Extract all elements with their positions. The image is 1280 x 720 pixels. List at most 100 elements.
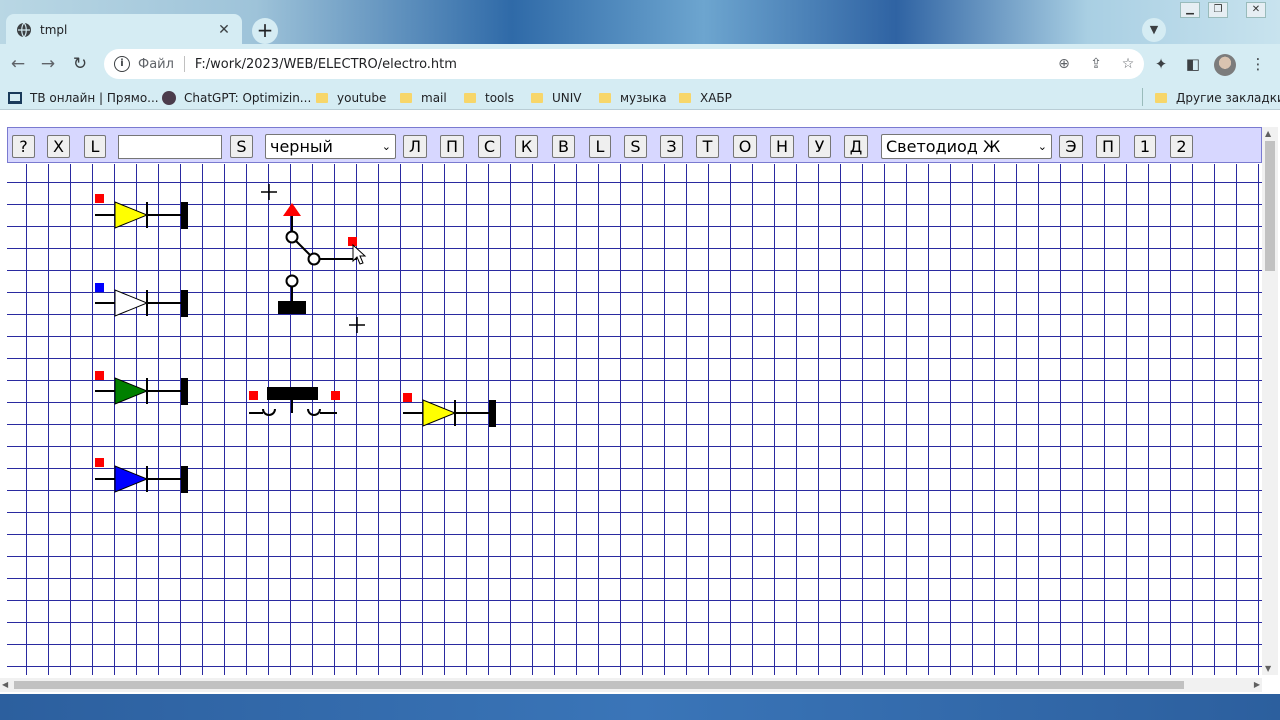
crosshair-icon <box>261 184 277 200</box>
folder-icon <box>599 93 611 103</box>
tool-s-button[interactable]: С <box>478 135 501 158</box>
bookmark-habr[interactable]: ХАБР <box>679 89 732 107</box>
scroll-up-icon[interactable]: ▲ <box>1265 129 1271 138</box>
tool-t-button[interactable]: Т <box>696 135 719 158</box>
tab-close-icon[interactable]: ✕ <box>216 22 232 38</box>
share-icon[interactable]: ⇪ <box>1080 56 1112 72</box>
color-select[interactable]: черный ⌄ <box>265 134 396 159</box>
bookmark-tools[interactable]: tools <box>464 89 514 107</box>
profile-avatar[interactable] <box>1214 54 1236 76</box>
bookmark-label: mail <box>421 91 447 105</box>
browser-toolbar: ← → ↻ i Файл F:/work/2023/WEB/ELECTRO/el… <box>0 44 1280 84</box>
folder-icon <box>400 93 412 103</box>
led-yellow-1[interactable] <box>95 194 188 229</box>
bookmark-music[interactable]: музыка <box>599 89 667 107</box>
push-button-component[interactable] <box>249 387 340 416</box>
page-1-button[interactable]: 1 <box>1134 135 1156 158</box>
red-marker[interactable] <box>403 393 412 402</box>
red-marker[interactable] <box>331 391 340 400</box>
p-button[interactable]: П <box>1096 135 1120 158</box>
red-marker[interactable] <box>249 391 258 400</box>
bookmark-label: ХАБР <box>700 91 732 105</box>
help-button[interactable]: ? <box>12 135 35 158</box>
scroll-down-icon[interactable]: ▼ <box>1265 664 1271 673</box>
blue-marker[interactable] <box>95 283 104 292</box>
horizontal-scroll-thumb[interactable] <box>14 681 1184 689</box>
side-panel-icon[interactable]: ◧ <box>1182 54 1204 76</box>
tool-line-button[interactable]: Л <box>403 135 427 158</box>
diode-triangle <box>114 289 149 317</box>
folder-icon <box>316 93 328 103</box>
tool-z-button[interactable]: З <box>660 135 683 158</box>
save-button[interactable]: S <box>230 135 253 158</box>
led-yellow-2[interactable] <box>403 393 496 427</box>
forward-icon[interactable]: → <box>36 52 60 76</box>
url-text[interactable]: F:/work/2023/WEB/ELECTRO/electro.htm <box>195 57 1048 72</box>
chevron-down-icon: ⌄ <box>381 140 391 153</box>
red-marker[interactable] <box>95 371 104 380</box>
tool-n-button[interactable]: Н <box>770 135 794 158</box>
tool-o-button[interactable]: О <box>733 135 757 158</box>
reload-icon[interactable]: ↻ <box>68 52 92 76</box>
tool-k-button[interactable]: К <box>515 135 538 158</box>
load-button[interactable]: L <box>84 135 106 158</box>
tab-search-icon[interactable]: ▼ <box>1142 18 1166 42</box>
browser-tab[interactable]: tmpl ✕ <box>6 14 242 46</box>
window-close-button[interactable]: ✕ <box>1246 2 1266 18</box>
vertical-scroll-thumb[interactable] <box>1265 141 1275 271</box>
site-label: Файл <box>138 56 174 72</box>
bookmark-other[interactable]: Другие закладки <box>1155 89 1280 107</box>
clear-button[interactable]: X <box>47 135 70 158</box>
diode-triangle <box>114 377 149 405</box>
diode-triangle <box>422 399 457 427</box>
bookmark-label: UNIV <box>552 91 582 105</box>
minimize-button[interactable]: ▁ <box>1180 2 1200 18</box>
led-green[interactable] <box>95 371 188 405</box>
bookmark-label: Другие закладки <box>1176 91 1280 105</box>
switch-component[interactable] <box>278 203 357 314</box>
red-marker[interactable] <box>95 458 104 467</box>
tool-v-button[interactable]: В <box>552 135 575 158</box>
horizontal-scrollbar[interactable]: ◀ ▶ <box>0 678 1262 692</box>
bookmark-label: ChatGPT: Optimizin... <box>184 91 312 105</box>
bookmark-tv[interactable]: ТВ онлайн | Прямо... <box>8 89 159 107</box>
filename-input[interactable] <box>118 135 222 159</box>
export-button[interactable]: Э <box>1059 135 1083 158</box>
bookmark-star-icon[interactable]: ☆ <box>1112 56 1144 72</box>
tool-p-button[interactable]: П <box>440 135 464 158</box>
extensions-icon[interactable]: ✦ <box>1150 54 1172 76</box>
address-bar[interactable]: i Файл F:/work/2023/WEB/ELECTRO/electro.… <box>104 49 1144 79</box>
led-blue[interactable] <box>95 458 188 493</box>
info-icon[interactable]: i <box>114 56 130 72</box>
crosshair-icon <box>349 317 365 333</box>
scroll-right-icon[interactable]: ▶ <box>1254 680 1260 689</box>
vertical-scrollbar[interactable]: ▲ ▼ <box>1262 127 1278 675</box>
menu-icon[interactable]: ⋮ <box>1247 54 1269 76</box>
bookmark-chatgpt[interactable]: ChatGPT: Optimizin... <box>162 89 311 107</box>
new-tab-button[interactable]: + <box>252 18 278 44</box>
bookmark-univ[interactable]: UNIV <box>531 89 582 107</box>
url-divider <box>183 56 185 72</box>
maximize-button[interactable]: ❐ <box>1208 2 1228 18</box>
tool-l-button[interactable]: L <box>589 135 611 158</box>
tool-latin-s-button[interactable]: S <box>624 135 647 158</box>
bookmark-youtube[interactable]: youtube <box>316 89 386 107</box>
back-icon[interactable]: ← <box>6 52 30 76</box>
scroll-left-icon[interactable]: ◀ <box>2 680 8 689</box>
red-arrow-marker[interactable] <box>283 203 301 216</box>
led-white[interactable] <box>95 283 188 317</box>
folder-icon <box>679 93 691 103</box>
tool-u-button[interactable]: У <box>808 135 831 158</box>
bookmarks-divider <box>1142 88 1143 106</box>
component-select[interactable]: Светодиод Ж ⌄ <box>881 134 1052 159</box>
diode-triangle <box>114 201 149 229</box>
zoom-icon[interactable]: ⊕ <box>1048 56 1080 72</box>
diode-triangle <box>114 465 149 493</box>
bookmark-mail[interactable]: mail <box>400 89 447 107</box>
schematic-drawing[interactable] <box>7 164 1262 675</box>
folder-icon <box>531 93 543 103</box>
page-2-button[interactable]: 2 <box>1170 135 1193 158</box>
tool-d-button[interactable]: Д <box>844 135 868 158</box>
red-marker[interactable] <box>95 194 104 203</box>
schematic-canvas[interactable] <box>7 164 1262 675</box>
